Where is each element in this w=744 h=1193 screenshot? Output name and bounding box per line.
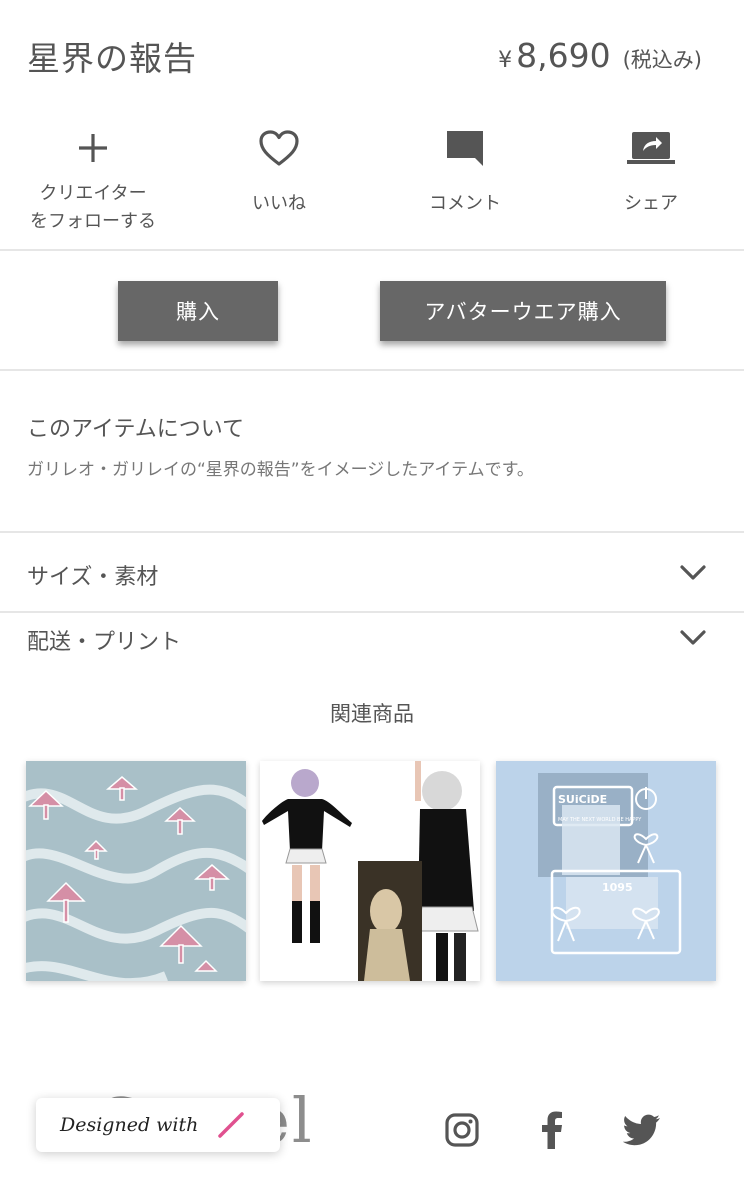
share-icon [626,118,676,178]
currency-symbol: ¥ [498,48,513,73]
comment-button[interactable]: コメント [372,118,558,248]
divider [0,369,744,371]
product-title: 星界の報告 [27,39,197,78]
size-material-label: サイズ・素材 [27,565,159,590]
related-product-thumbnail[interactable] [260,761,480,981]
price-amount: 8,690 [516,36,611,75]
designed-with-badge[interactable]: Designed with [36,1098,280,1152]
buy-button[interactable]: 購入 [118,281,278,341]
about-item-heading: このアイテムについて [27,417,245,442]
product-header: 星界の報告 ¥ 8,690 (税込み) [0,0,744,110]
share-label: シェア [624,193,678,214]
mushroom-pattern-image [26,761,246,981]
heart-icon [257,118,301,178]
designed-with-label: Designed with [60,1114,199,1136]
follow-creator-button[interactable]: クリエイター をフォローする [0,118,186,248]
comment-label: コメント [429,193,501,214]
instagram-icon[interactable] [442,1110,482,1150]
thumb-text-number: 1095 [602,881,633,894]
facebook-icon[interactable] [532,1110,572,1150]
like-button[interactable]: いいね [186,118,372,248]
size-material-accordion[interactable]: サイズ・素材 [0,543,744,605]
divider [0,249,744,251]
action-bar: クリエイター をフォローする いいね コメント シェア [0,118,744,248]
comment-icon [444,118,486,178]
like-label: いいね [252,193,306,214]
chevron-down-icon [680,630,706,645]
share-button[interactable]: シェア [558,118,744,248]
avatar-wear-buy-button[interactable]: アバターウエア購入 [380,281,666,341]
product-price: ¥ 8,690 (税込み) [498,36,702,75]
follow-creator-label: クリエイター をフォローする [30,183,156,232]
divider [0,531,744,533]
related-products-heading: 関連商品 [330,702,414,726]
about-item-description: ガリレオ・ガリレイの“星界の報告”をイメージしたアイテムです。 [27,460,534,480]
suicide-graphic-image: SUiCiDE MAY THE NEXT WORLD BE HAPPY 1095 [496,761,716,981]
shipping-print-accordion[interactable]: 配送・プリント [0,608,744,670]
shipping-print-label: 配送・プリント [27,630,182,655]
footer: Sozzel Designed with [0,1080,744,1193]
pen-stroke-icon [218,1112,245,1138]
related-product-thumbnail[interactable]: SUiCiDE MAY THE NEXT WORLD BE HAPPY 1095 [496,761,716,981]
chevron-down-icon [680,565,706,580]
avatar-wear-image [260,761,480,981]
plus-icon [76,118,110,178]
related-product-thumbnail[interactable] [26,761,246,981]
tax-note: (税込み) [622,48,702,72]
thumb-text-next-world: MAY THE NEXT WORLD BE HAPPY [558,817,642,823]
twitter-icon[interactable] [622,1110,662,1150]
thumb-text-suicide: SUiCiDE [558,793,607,806]
